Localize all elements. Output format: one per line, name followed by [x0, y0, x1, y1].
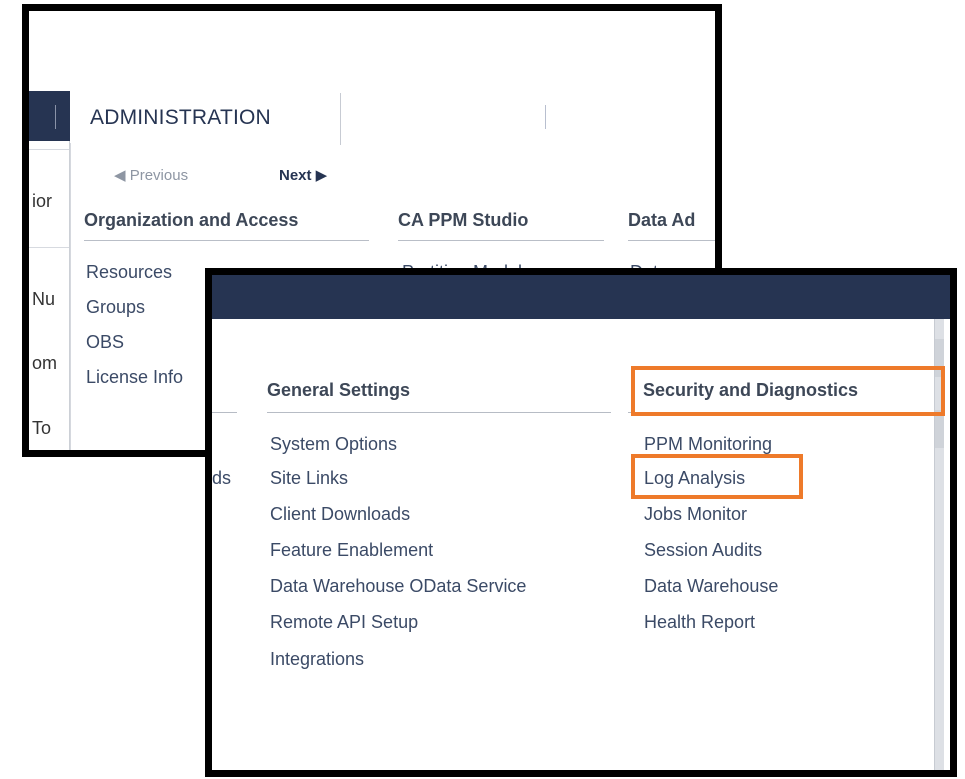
menu-link-health-report[interactable]: Health Report [644, 612, 755, 633]
menu-link-jobs-monitor[interactable]: Jobs Monitor [644, 504, 747, 525]
menu-link-obs[interactable]: OBS [86, 332, 124, 353]
menu-link-client-downloads[interactable]: Client Downloads [270, 504, 410, 525]
highlight-box-security-and-diagnostics [631, 366, 945, 416]
divider [29, 247, 69, 248]
tab-favorites[interactable]: FAVORITES [370, 91, 488, 141]
menu-link-resources[interactable]: Resources [86, 262, 172, 283]
menu-link-data-warehouse-odata-service[interactable]: Data Warehouse OData Service [270, 576, 526, 597]
tab-edge [332, 93, 341, 145]
partial-label: Nu [32, 289, 56, 309]
section-heading-general-settings: General Settings [267, 380, 411, 400]
menu-link-site-links[interactable]: Site Links [270, 468, 348, 489]
top-navbar [212, 275, 950, 319]
partial-label: To [32, 418, 52, 438]
partial-label: om [32, 353, 58, 373]
heading-rule [267, 412, 611, 413]
nav-divider [55, 105, 56, 129]
tab-administration[interactable]: ADMINISTRATION [70, 91, 340, 143]
menu-link-feature-enablement[interactable]: Feature Enablement [270, 540, 433, 561]
menu-link-system-options[interactable]: System Options [270, 434, 397, 455]
section-heading-organization-and-access: Organization and Access [84, 210, 299, 230]
highlight-box-log-analysis [631, 454, 803, 499]
menu-link-license-info[interactable]: License Info [86, 367, 183, 388]
previous-button[interactable]: ◀ Previous [114, 166, 188, 184]
heading-rule [398, 240, 604, 241]
section-heading-data-administration: Data Ad [628, 210, 696, 230]
partial-label: ior [32, 191, 53, 211]
menu-link-session-audits[interactable]: Session Audits [644, 540, 762, 561]
section-heading-ca-ppm-studio: CA PPM Studio [398, 210, 529, 230]
next-button[interactable]: Next ▶ [279, 166, 327, 184]
nav-divider [545, 105, 546, 129]
partial-label: ds [212, 468, 232, 488]
menu-link-remote-api-setup[interactable]: Remote API Setup [270, 612, 418, 633]
menu-link-groups[interactable]: Groups [86, 297, 145, 318]
front-screenshot: ds General Settings Security and Diagnos… [205, 268, 957, 777]
divider [29, 149, 69, 150]
background-page-strip: ior Nu om To [29, 141, 70, 450]
menu-link-integrations[interactable]: Integrations [270, 649, 364, 670]
heading-rule [212, 412, 237, 413]
heading-rule [84, 240, 369, 241]
heading-rule [628, 240, 715, 241]
menu-link-ppm-monitoring[interactable]: PPM Monitoring [644, 434, 772, 455]
menu-link-data-warehouse[interactable]: Data Warehouse [644, 576, 778, 597]
